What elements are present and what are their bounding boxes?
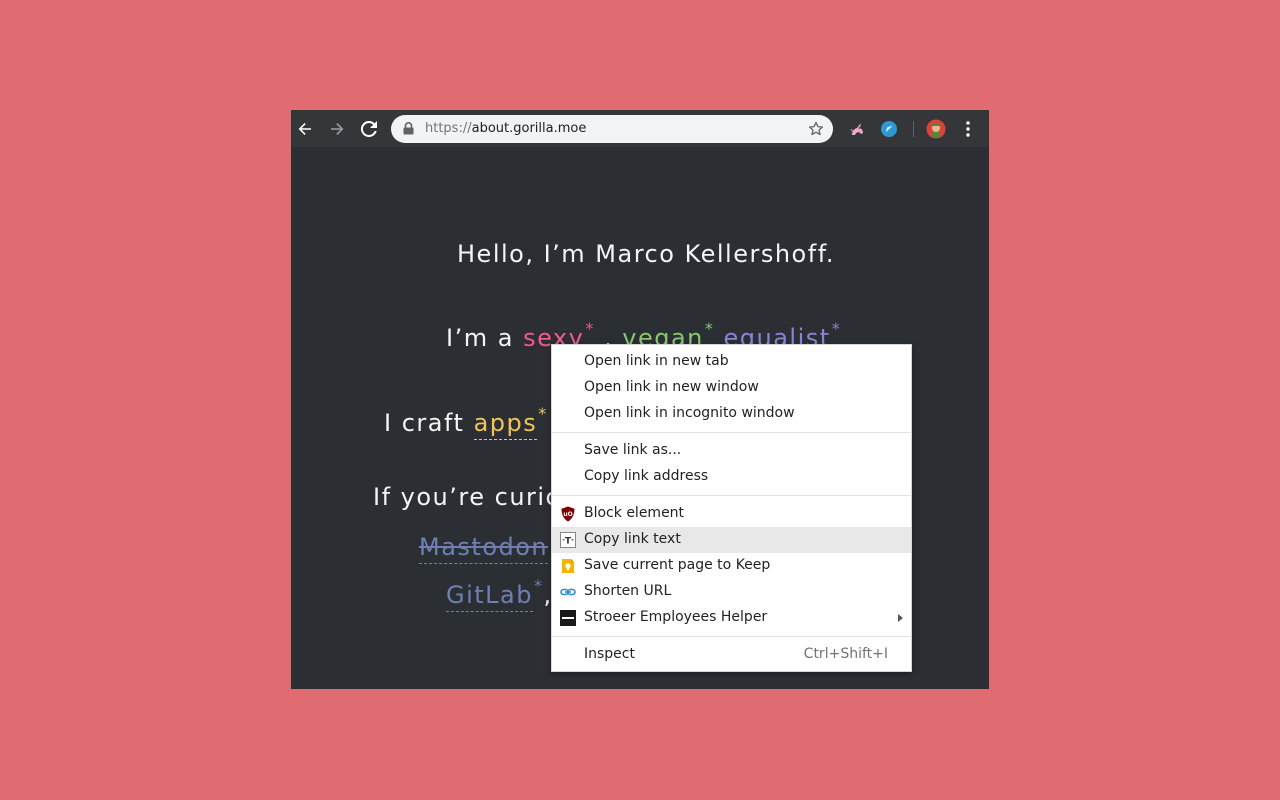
- curious-line: If you’re curic: [373, 483, 561, 511]
- menu-item-shortcut: Ctrl+Shift+I: [803, 646, 888, 662]
- asterisk: *: [534, 576, 544, 595]
- avatar: [926, 119, 946, 139]
- unicorn-icon: [850, 123, 863, 135]
- url-scheme: https://: [425, 121, 472, 136]
- menu-item-label: Save link as...: [584, 442, 682, 458]
- arrow-right-icon: [331, 123, 344, 135]
- address-bar[interactable]: https://about.gorilla.moe: [391, 115, 833, 143]
- menu-item-shorten-url[interactable]: Shorten URL: [552, 579, 911, 605]
- url-text: https://about.gorilla.moe: [425, 121, 586, 136]
- menu-button[interactable]: [955, 116, 981, 142]
- lock-icon: [403, 122, 414, 135]
- forward-button[interactable]: [324, 116, 350, 142]
- keep-icon: [562, 559, 574, 573]
- menu-item-inspect[interactable]: Inspect Ctrl+Shift+I: [552, 642, 911, 668]
- submenu-arrow-icon: [898, 614, 903, 622]
- craft-line: I craft apps*: [384, 404, 548, 440]
- menu-item-label: Copy link text: [584, 531, 681, 547]
- context-menu: Open link in new tab Open link in new wi…: [551, 344, 912, 672]
- menu-item-save-to-keep[interactable]: Save current page to Keep: [552, 553, 911, 579]
- menu-item-open-new-window[interactable]: Open link in new window: [552, 375, 911, 401]
- menu-item-save-link-as[interactable]: Save link as...: [552, 438, 911, 464]
- asterisk: *: [538, 404, 548, 423]
- menu-item-label: Open link in new tab: [584, 353, 729, 369]
- reload-icon: [361, 121, 377, 137]
- craft-prefix: I craft: [384, 409, 465, 437]
- compass-icon: [881, 121, 897, 137]
- copy-text-icon: T: [560, 532, 576, 548]
- more-vert-icon: [966, 121, 970, 137]
- menu-item-label: Open link in incognito window: [584, 405, 795, 421]
- mastodon-link[interactable]: Mastodon: [419, 533, 549, 564]
- menu-item-open-new-tab[interactable]: Open link in new tab: [552, 349, 911, 375]
- svg-text:T: T: [565, 537, 572, 547]
- svg-text:uO: uO: [563, 511, 572, 518]
- menu-separator: [552, 432, 911, 433]
- menu-item-label: Save current page to Keep: [584, 557, 771, 573]
- link-icon: [560, 588, 576, 596]
- asterisk: *: [585, 319, 595, 338]
- mastodon-text: Mastodon: [419, 533, 549, 564]
- profile-button[interactable]: [923, 116, 949, 142]
- url-host: about.gorilla.moe: [471, 121, 587, 136]
- reload-button[interactable]: [356, 116, 382, 142]
- extension-unicorn-button[interactable]: [844, 116, 870, 142]
- menu-item-label: Inspect: [584, 646, 635, 662]
- menu-item-label: Shorten URL: [584, 583, 672, 599]
- menu-item-label: Open link in new window: [584, 379, 759, 395]
- ublock-icon: uO: [561, 506, 575, 522]
- menu-item-block-element[interactable]: uO Block element: [552, 501, 911, 527]
- back-button[interactable]: [292, 116, 318, 142]
- menu-item-label: Copy link address: [584, 468, 709, 484]
- greeting-heading: Hello, I’m Marco Kellershoff.: [457, 240, 836, 268]
- menu-separator: [552, 636, 911, 637]
- menu-separator: [552, 495, 911, 496]
- asterisk: *: [704, 319, 715, 338]
- menu-item-open-incognito[interactable]: Open link in incognito window: [552, 401, 911, 427]
- im-a-text: I’m a: [446, 324, 514, 352]
- stroeer-icon: [560, 610, 576, 626]
- menu-item-label: Stroeer Employees Helper: [584, 609, 768, 625]
- gitlab-link[interactable]: GitLab*,: [446, 576, 553, 612]
- arrow-left-icon: [298, 123, 311, 135]
- asterisk: *: [831, 319, 842, 338]
- bookmark-star-icon[interactable]: [808, 121, 824, 137]
- gitlab-text: GitLab: [446, 581, 533, 612]
- menu-item-copy-link-text[interactable]: T Copy link text: [552, 527, 911, 553]
- craft-apps-link[interactable]: apps*: [473, 404, 548, 440]
- toolbar-separator: [913, 121, 914, 137]
- extension-blue-button[interactable]: [876, 116, 902, 142]
- menu-item-label: Block element: [584, 505, 685, 521]
- browser-toolbar: https://about.gorilla.moe: [291, 110, 989, 147]
- menu-item-stroeer-helper[interactable]: Stroeer Employees Helper: [552, 605, 911, 631]
- craft-apps-text: apps: [473, 409, 538, 440]
- menu-item-copy-link-address[interactable]: Copy link address: [552, 464, 911, 490]
